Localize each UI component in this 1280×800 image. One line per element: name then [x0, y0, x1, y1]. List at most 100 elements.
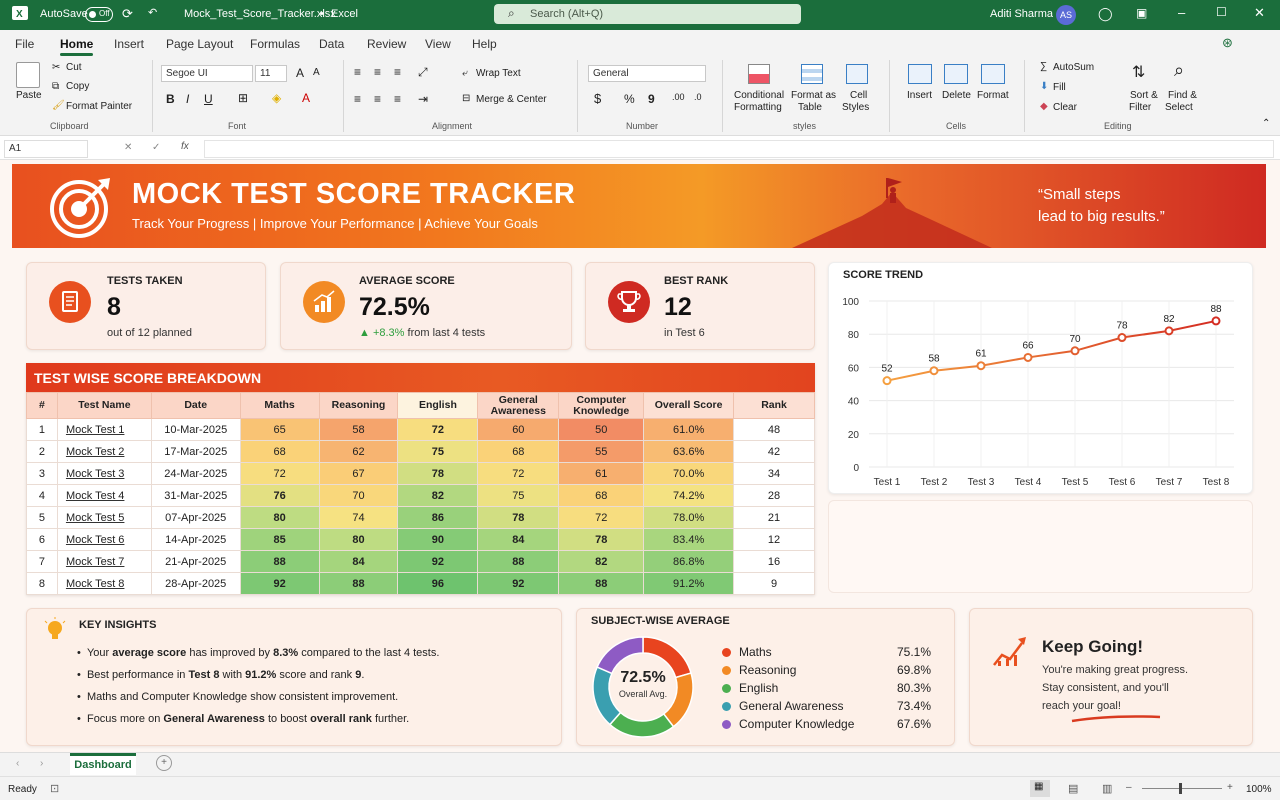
test-name-cell[interactable]: Mock Test 4 [56, 484, 152, 507]
table-cell[interactable]: 78 [558, 528, 645, 551]
table-cell[interactable]: 07-Apr-2025 [150, 506, 241, 529]
scroll-right-icon[interactable]: › [40, 758, 43, 769]
table-cell[interactable]: 78 [397, 462, 479, 485]
format-cells-button[interactable]: Format [977, 90, 1009, 101]
table-cell[interactable]: 2 [26, 440, 58, 463]
orientation-icon[interactable]: ⤢ [418, 65, 428, 80]
table-cell[interactable]: 17-Mar-2025 [150, 440, 241, 463]
table-cell[interactable]: 88 [558, 572, 645, 595]
table-row[interactable]: 3 Mock Test 3 24-Mar-2025 72 67 78 72 61 70.0% 34 [26, 462, 815, 485]
clear-button[interactable]: Clear [1053, 102, 1077, 113]
table-cell[interactable]: 34 [733, 462, 815, 485]
test-name-cell[interactable]: Mock Test 5 [56, 506, 152, 529]
table-cell[interactable]: 21 [733, 506, 815, 529]
table-cell[interactable]: 82 [397, 484, 479, 507]
table-cell[interactable]: 68 [239, 440, 320, 463]
delete-cells-button[interactable]: Delete [942, 90, 971, 101]
tab-home[interactable]: Home [60, 37, 94, 56]
test-name-cell[interactable]: Mock Test 8 [56, 572, 152, 595]
table-cell[interactable]: 60 [477, 418, 560, 441]
table-cell[interactable]: 74 [318, 506, 399, 529]
table-cell[interactable]: 70.0% [643, 462, 735, 485]
tab-insert[interactable]: Insert [114, 37, 144, 51]
table-cell[interactable]: 31-Mar-2025 [150, 484, 241, 507]
align-left-icon[interactable]: ≡ [354, 92, 361, 106]
autosave-toggle[interactable]: Off [85, 7, 113, 22]
wrap-text-button[interactable]: Wrap Text [476, 68, 521, 79]
table-cell[interactable]: 61 [558, 462, 645, 485]
collapse-ribbon-icon[interactable]: ⌃ [1262, 118, 1270, 129]
table-cell[interactable]: 80 [318, 528, 399, 551]
table-cell[interactable]: 78 [477, 506, 560, 529]
table-cell[interactable]: 58 [318, 418, 399, 441]
zoom-slider[interactable] [1142, 788, 1222, 789]
table-cell[interactable]: 50 [558, 418, 645, 441]
table-cell[interactable]: 3 [26, 462, 58, 485]
delete-cells-icon[interactable] [944, 64, 968, 84]
table-cell[interactable]: 68 [558, 484, 645, 507]
avatar[interactable]: AS [1056, 5, 1076, 25]
zoom-level[interactable]: 100% [1246, 784, 1272, 795]
enter-icon[interactable]: ✓ [152, 142, 160, 153]
wrap-text-icon[interactable]: ⤶ [462, 68, 468, 79]
comma-icon[interactable]: 9 [648, 92, 655, 106]
autosum-icon[interactable]: ∑ [1040, 61, 1047, 72]
find-select-button[interactable]: Select [1165, 102, 1193, 113]
table-cell[interactable]: 55 [558, 440, 645, 463]
font-name-select[interactable]: Segoe UI [161, 65, 253, 82]
align-center-icon[interactable]: ≡ [374, 92, 381, 106]
cell-styles-button[interactable]: Styles [842, 102, 869, 113]
table-cell[interactable]: 9 [733, 572, 815, 595]
paste-button[interactable]: Paste [16, 90, 42, 101]
table-cell[interactable]: 88 [239, 550, 320, 573]
eraser-icon[interactable]: ◆ [1040, 101, 1048, 112]
table-cell[interactable]: 14-Apr-2025 [150, 528, 241, 551]
italic-button[interactable]: I [186, 92, 189, 106]
name-box[interactable]: A1 [4, 140, 88, 158]
percent-icon[interactable]: % [624, 92, 635, 106]
page-break-view-icon[interactable]: ▥ [1102, 782, 1112, 795]
indent-icon[interactable]: ⇥ [418, 92, 428, 106]
table-cell[interactable]: 92 [397, 550, 479, 573]
cut-button[interactable]: Cut [66, 62, 82, 73]
zoom-slider-handle[interactable] [1179, 783, 1182, 794]
table-cell[interactable]: 88 [318, 572, 399, 595]
align-bottom-icon[interactable]: ≡ [394, 65, 401, 79]
formula-input[interactable] [204, 140, 1274, 158]
table-cell[interactable]: 1 [26, 418, 58, 441]
table-cell[interactable]: 7 [26, 550, 58, 573]
table-cell[interactable]: 82 [558, 550, 645, 573]
format-cells-icon[interactable] [981, 64, 1005, 84]
undo-icon[interactable]: ↶ [148, 6, 157, 19]
table-cell[interactable]: 28-Apr-2025 [150, 572, 241, 595]
table-cell[interactable]: 70 [318, 484, 399, 507]
number-format-select[interactable]: General [588, 65, 706, 82]
tab-help[interactable]: Help [472, 37, 497, 51]
insert-cells-icon[interactable] [908, 64, 932, 84]
table-row[interactable]: 8 Mock Test 8 28-Apr-2025 92 88 96 92 88 91.2% 9 [26, 572, 815, 595]
table-cell[interactable]: 12 [733, 528, 815, 551]
tab-page-layout[interactable]: Page Layout [166, 37, 233, 51]
paste-icon[interactable] [16, 62, 40, 88]
table-cell[interactable]: 72 [239, 462, 320, 485]
table-row[interactable]: 5 Mock Test 5 07-Apr-2025 80 74 86 78 72 78.0% 21 [26, 506, 815, 529]
table-cell[interactable]: 65 [239, 418, 320, 441]
table-cell[interactable]: 68 [477, 440, 560, 463]
maximize-icon[interactable]: ☐ [1216, 5, 1227, 19]
decrease-font-icon[interactable]: A [313, 67, 320, 78]
fill-icon[interactable]: ⬇ [1040, 81, 1048, 92]
table-row[interactable]: 6 Mock Test 6 14-Apr-2025 85 80 90 84 78 83.4% 12 [26, 528, 815, 551]
minimize-icon[interactable]: – [1178, 5, 1185, 20]
merge-center-button[interactable]: Merge & Center [476, 94, 547, 105]
ribbon-display-icon[interactable]: ▣ [1136, 6, 1147, 20]
copilot-icon[interactable]: ◯ [1098, 6, 1113, 22]
format-painter-button[interactable]: Format Painter [66, 101, 132, 112]
table-cell[interactable]: 83.4% [643, 528, 735, 551]
tab-file[interactable]: File [15, 37, 34, 51]
test-name-cell[interactable]: Mock Test 6 [56, 528, 152, 551]
copy-button[interactable]: Copy [66, 81, 89, 92]
increase-font-icon[interactable]: A [296, 66, 304, 80]
scroll-left-icon[interactable]: ‹ [16, 758, 19, 769]
cut-icon[interactable]: ✂ [52, 62, 60, 73]
save-icon[interactable]: ⟳ [122, 6, 133, 22]
